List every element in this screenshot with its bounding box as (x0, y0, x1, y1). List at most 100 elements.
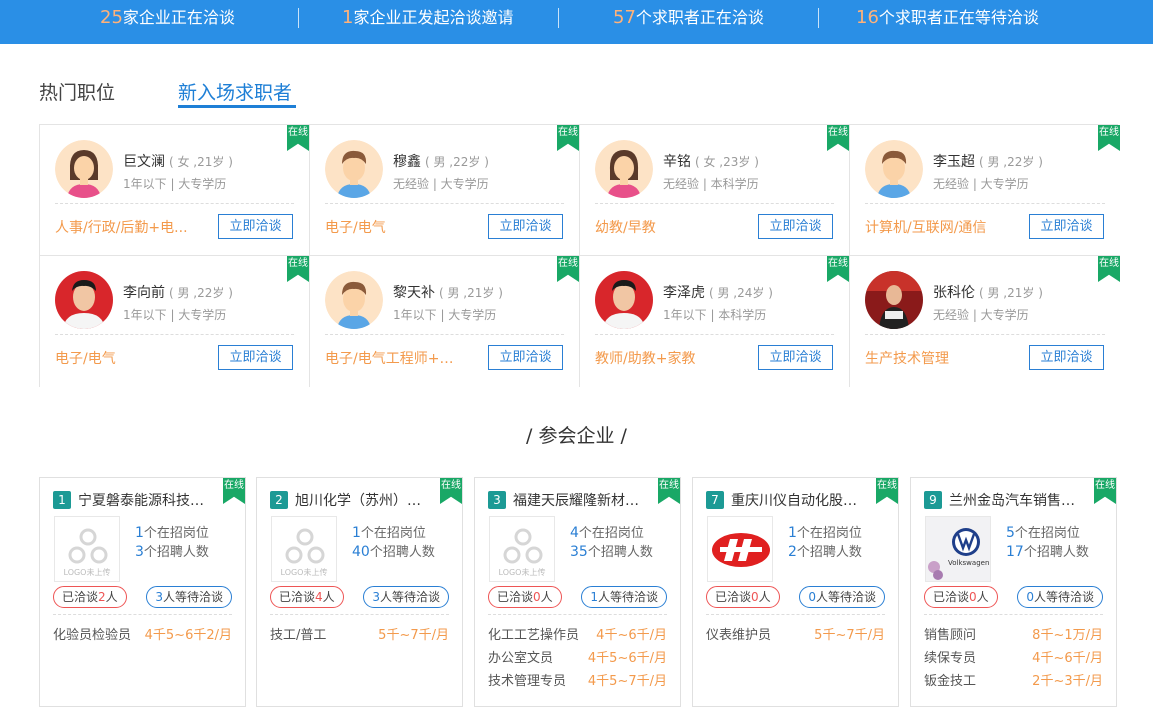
waiting-count-badge: 1人等待洽谈 (581, 586, 667, 608)
seeker-card[interactable]: 辛铭( 女 ,23岁 ) 无经验 | 本科学历 幼教/早教 立即洽谈 在线 (580, 125, 850, 256)
company-card[interactable]: 1 宁夏磐泰能源科技有... 在线 LOGO未上传 1个在招岗位 3个招聘人数 已洽谈2人 3… (39, 477, 246, 707)
stat-companies-inviting: 1家企业正发起洽谈邀请 (342, 7, 514, 28)
talk-now-button[interactable]: 立即洽谈 (758, 345, 833, 370)
online-badge: 在线 (287, 125, 309, 151)
company-name[interactable]: 重庆川仪自动化股份... (731, 490, 869, 510)
stat-seekers-waiting: 16个求职者正在等待洽谈 (856, 7, 1039, 28)
talk-now-button[interactable]: 立即洽谈 (1029, 214, 1104, 239)
seeker-intended-job: 电子/电气工程师+电... (325, 351, 465, 367)
company-job-row[interactable]: 化工工艺操作员 4千~6千/月 (488, 624, 667, 644)
online-badge: 在线 (1098, 125, 1120, 151)
job-salary: 2千~3千/月 (1032, 674, 1103, 689)
talked-count-badge: 已洽谈2人 (53, 586, 127, 608)
talk-now-button[interactable]: 立即洽谈 (488, 345, 563, 370)
online-badge: 在线 (557, 256, 579, 282)
job-salary: 5千~7千/月 (378, 628, 449, 643)
divider (595, 334, 834, 335)
stat-companies-talking: 25家企业正在洽谈 (100, 7, 235, 28)
company-stats: 4个在招岗位 35个招聘人数 (570, 525, 653, 560)
seeker-name: 李向前( 男 ,22岁 ) (123, 285, 233, 301)
seeker-name: 李泽虎( 男 ,24岁 ) (663, 285, 773, 301)
job-title: 续保专员 (924, 651, 977, 666)
job-salary: 4千5~7千/月 (587, 674, 667, 689)
logo-caption: Volkswagen (948, 559, 990, 567)
job-title: 办公室文员 (488, 651, 554, 666)
company-card[interactable]: 9 兰州金岛汽车销售有... 在线 Volkswagen 5个在招岗位 17个招聘人数 已洽… (910, 477, 1117, 707)
online-badge: 在线 (1098, 256, 1120, 282)
waiting-count-badge: 0人等待洽谈 (799, 586, 885, 608)
seeker-card[interactable]: 张科伦( 男 ,21岁 ) 无经验 | 大专学历 生产技术管理 立即洽谈 在线 (850, 256, 1120, 387)
stat-seekers-talking: 57个求职者正在洽谈 (613, 7, 764, 28)
job-salary: 4千5~6千2/月 (144, 628, 232, 643)
company-rank-badge: 2 (270, 491, 288, 509)
company-name[interactable]: 宁夏磐泰能源科技有... (78, 490, 216, 510)
seeker-card[interactable]: 巨文澜( 女 ,21岁 ) 1年以下 | 大专学历 人事/行政/后勤+电... 立即洽… (40, 125, 310, 256)
tab-hot-positions[interactable]: 热门职位 (39, 78, 115, 105)
seeker-experience: 1年以下 | 大专学历 (123, 308, 227, 322)
logo-caption: LOGO未上传 (280, 568, 328, 577)
logo-caption: LOGO未上传 (63, 568, 111, 577)
company-card[interactable]: 7 重庆川仪自动化股份... 在线 1个在招岗位 2个招聘人数 已洽谈0人 0人等待洽谈 仪表… (692, 477, 899, 707)
company-stats: 1个在招岗位 40个招聘人数 (352, 525, 435, 560)
tab-new-seekers[interactable]: 新入场求职者 (178, 78, 292, 105)
seeker-avatar (595, 271, 653, 329)
company-rank-badge: 3 (488, 491, 506, 509)
seeker-card[interactable]: 黎天补( 男 ,21岁 ) 1年以下 | 大专学历 电子/电气工程师+电... 立即洽… (310, 256, 580, 387)
job-salary: 8千~1万/月 (1032, 628, 1103, 643)
talk-now-button[interactable]: 立即洽谈 (488, 214, 563, 239)
divider (924, 614, 1103, 615)
talk-now-button[interactable]: 立即洽谈 (758, 214, 833, 239)
seeker-experience: 1年以下 | 本科学历 (663, 308, 767, 322)
job-salary: 4千~6千/月 (596, 628, 667, 643)
seeker-card[interactable]: 李玉超( 男 ,22岁 ) 无经验 | 大专学历 计算机/互联网/通信 立即洽谈 在线 (850, 125, 1120, 256)
seeker-card[interactable]: 李泽虎( 男 ,24岁 ) 1年以下 | 本科学历 教师/助教+家教 立即洽谈 在线 (580, 256, 850, 387)
talk-now-button[interactable]: 立即洽谈 (218, 214, 293, 239)
company-card[interactable]: 3 福建天辰耀隆新材料... 在线 LOGO未上传 4个在招岗位 35个招聘人数 已洽谈0人… (474, 477, 681, 707)
company-job-row[interactable]: 续保专员 4千~6千/月 (924, 647, 1103, 667)
divider (270, 614, 449, 615)
company-rank-badge: 1 (53, 491, 71, 509)
talk-now-button[interactable]: 立即洽谈 (218, 345, 293, 370)
online-badge: 在线 (223, 478, 245, 504)
company-logo: LOGO未上传 (489, 516, 555, 582)
online-badge: 在线 (287, 256, 309, 282)
job-title: 仪表维护员 (706, 628, 772, 643)
company-stats: 5个在招岗位 17个招聘人数 (1006, 525, 1089, 560)
talk-now-button[interactable]: 立即洽谈 (1029, 345, 1104, 370)
job-salary: 4千~6千/月 (1032, 651, 1103, 666)
company-job-row[interactable]: 仪表维护员 5千~7千/月 (706, 624, 885, 644)
seeker-card[interactable]: 李向前( 男 ,22岁 ) 1年以下 | 大专学历 电子/电气 立即洽谈 在线 (40, 256, 310, 387)
company-job-row[interactable]: 办公室文员 4千5~6千/月 (488, 647, 667, 667)
seeker-avatar (55, 271, 113, 329)
seeker-intended-job: 幼教/早教 (595, 220, 656, 236)
talked-count-badge: 已洽谈0人 (488, 586, 562, 608)
company-job-row[interactable]: 技术管理专员 4千5~7千/月 (488, 670, 667, 690)
company-rank-badge: 7 (706, 491, 724, 509)
waiting-count-badge: 3人等待洽谈 (363, 586, 449, 608)
online-badge: 在线 (827, 125, 849, 151)
talked-count-badge: 已洽谈4人 (270, 586, 344, 608)
seeker-name: 李玉超( 男 ,22岁 ) (933, 154, 1043, 170)
seeker-intended-job: 教师/助教+家教 (595, 351, 696, 367)
company-name[interactable]: 福建天辰耀隆新材料... (513, 490, 651, 510)
seeker-experience: 1年以下 | 大专学历 (393, 308, 497, 322)
online-badge: 在线 (557, 125, 579, 151)
active-tab-indicator (178, 105, 296, 108)
company-job-row[interactable]: 化验员检验员 4千5~6千2/月 (53, 624, 232, 644)
seeker-avatar (55, 140, 113, 198)
company-name[interactable]: 旭川化学（苏州）有... (295, 490, 433, 510)
seeker-experience: 无经验 | 本科学历 (663, 177, 759, 191)
company-job-row[interactable]: 技工/普工 5千~7千/月 (270, 624, 449, 644)
seeker-avatar (325, 271, 383, 329)
company-card[interactable]: 2 旭川化学（苏州）有... 在线 LOGO未上传 1个在招岗位 40个招聘人数 已洽谈4人… (256, 477, 463, 707)
job-title: 销售顾问 (924, 628, 977, 643)
stat-divider (558, 8, 559, 28)
company-name[interactable]: 兰州金岛汽车销售有... (949, 490, 1087, 510)
seeker-experience: 无经验 | 大专学历 (933, 308, 1029, 322)
company-job-row[interactable]: 销售顾问 8千~1万/月 (924, 624, 1103, 644)
seeker-card[interactable]: 穆鑫( 男 ,22岁 ) 无经验 | 大专学历 电子/电气 立即洽谈 在线 (310, 125, 580, 256)
job-title: 技术管理专员 (488, 674, 567, 689)
company-rank-badge: 9 (924, 491, 942, 509)
company-job-row[interactable]: 钣金技工 2千~3千/月 (924, 670, 1103, 690)
logo-caption: LOGO未上传 (498, 568, 546, 577)
